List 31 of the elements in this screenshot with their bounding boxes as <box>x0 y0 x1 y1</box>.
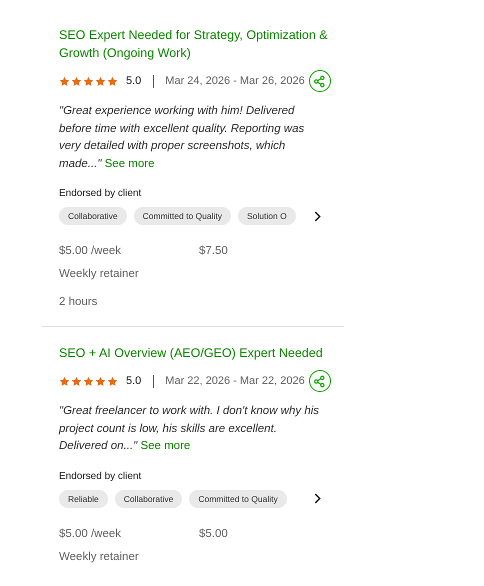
rate-text: $5.00 /week <box>59 528 122 540</box>
see-more-link[interactable]: See more <box>140 440 190 452</box>
skill-tag: Committed to Quality <box>134 207 231 225</box>
rate-text: $5.00 /week <box>59 245 122 257</box>
job-title-link[interactable]: SEO + AI Overview (AEO/GEO) Expert Needed <box>59 344 329 362</box>
earned-amount: $7.50 <box>199 245 228 257</box>
contract-type: Weekly retainer <box>59 550 140 562</box>
share-button[interactable] <box>308 370 331 392</box>
skill-tag: Solution O <box>238 207 296 225</box>
see-more-link[interactable]: See more <box>104 158 154 170</box>
rating-value: 5.0 <box>126 75 142 87</box>
hours-worked: 2 hours <box>59 296 98 308</box>
share-button[interactable] <box>308 70 331 92</box>
share-icon <box>313 74 326 88</box>
review-text: "Great experience working with him! Delivered before time with excellent quality. Reporting was very detailed with proper screenshots, which made..." See more <box>59 104 306 172</box>
earned-amount: $5.00 <box>199 528 228 540</box>
skill-tag: Reliable <box>59 490 108 508</box>
date-range: Mar 22, 2026 - Mar 22, 2026 <box>165 375 305 387</box>
rating-value: 5.0 <box>126 375 142 387</box>
date-range: Mar 24, 2026 - Mar 26, 2026 <box>165 75 305 87</box>
chevron-right-icon[interactable] <box>314 210 321 222</box>
review-text: "Great freelancer to work with. I don't know why his project count is low, his skills are excellent. Delivered on..." See more <box>59 404 320 454</box>
skill-tag: Collaborative <box>59 207 127 225</box>
endorsed-label: Endorsed by client <box>59 188 142 199</box>
contract-type: Weekly retainer <box>59 268 140 280</box>
share-icon <box>313 374 326 388</box>
skill-tag: Collaborative <box>114 490 182 508</box>
chevron-right-icon[interactable] <box>314 493 321 504</box>
skill-tag: Committed to Quality <box>189 490 287 508</box>
job-title-link[interactable]: SEO Expert Needed for Strategy, Optimization & Growth (Ongoing Work) <box>59 26 329 62</box>
endorsed-label: Endorsed by client <box>59 470 142 482</box>
